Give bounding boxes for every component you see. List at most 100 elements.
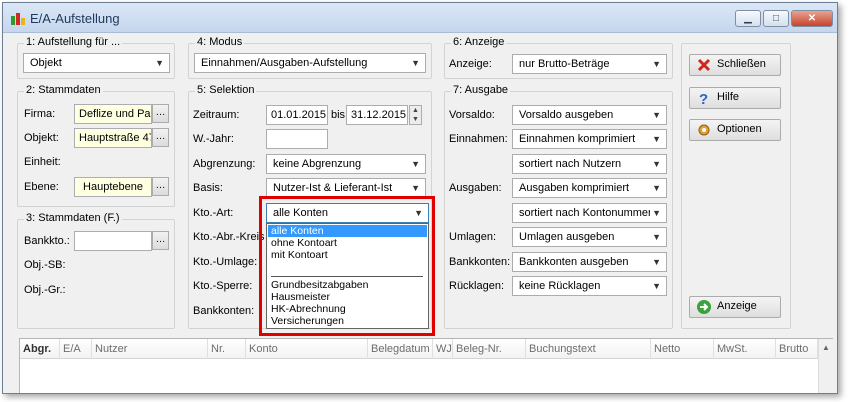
chevron-down-icon: ▼: [652, 59, 661, 69]
ruecklagen-select-value: keine Rücklagen: [519, 280, 601, 292]
abgrenzung-select[interactable]: keine Abgrenzung ▼: [266, 154, 426, 174]
bankkto-browse-button[interactable]: …: [152, 231, 169, 250]
vertical-scrollbar[interactable]: ▲: [818, 339, 833, 393]
ausgaben-select-value: Ausgaben komprimiert: [519, 182, 630, 194]
zeitraum-label: Zeitraum:: [193, 109, 240, 121]
anzeige-button[interactable]: Anzeige: [689, 296, 781, 318]
anzeige-select-value: nur Brutto-Beträge: [519, 58, 610, 70]
chevron-down-icon: ▼: [652, 232, 661, 242]
column-header[interactable]: Abgr.: [20, 339, 60, 359]
optionen-button[interactable]: Optionen: [689, 119, 781, 141]
chevron-down-icon: ▼: [411, 58, 420, 68]
bankkto-field[interactable]: [74, 231, 152, 251]
red-highlight-frame: [259, 196, 435, 336]
bankkonten-select-value: Bankkonten ausgeben: [519, 256, 629, 268]
abgrenzung-select-value: keine Abgrenzung: [273, 158, 362, 170]
einnahmen-select-value: Einnahmen komprimiert: [519, 133, 636, 145]
wjahr-field[interactable]: [266, 129, 328, 149]
bankkonten-label: Bankkonten:: [449, 256, 511, 268]
objsb-label: Obj.-SB:: [24, 259, 66, 271]
chevron-down-icon: ▼: [652, 134, 661, 144]
ebene-field[interactable]: Hauptebene: [74, 177, 152, 197]
vorsaldo-select[interactable]: Vorsaldo ausgeben ▼: [512, 105, 667, 125]
umlagen-select-value: Umlagen ausgeben: [519, 231, 615, 243]
column-header[interactable]: Brutto: [776, 339, 818, 359]
maximize-button[interactable]: □: [763, 10, 789, 27]
close-button[interactable]: ✕: [791, 10, 833, 27]
column-header[interactable]: Nr.: [208, 339, 246, 359]
chevron-down-icon: ▼: [652, 183, 661, 193]
firma-label: Firma:: [24, 108, 56, 120]
ebene-label: Ebene:: [24, 181, 59, 193]
ebene-browse-button[interactable]: …: [152, 177, 169, 196]
schliessen-button[interactable]: Schließen: [689, 54, 781, 76]
firma-field[interactable]: Deflize und Par: [74, 104, 152, 124]
zeitraum-to-field[interactable]: 31.12.2015: [346, 105, 408, 125]
wjahr-label: W.-Jahr:: [193, 133, 234, 145]
ausgaben-sort-select[interactable]: sortiert nach Kontonummern ▼: [512, 203, 667, 223]
chevron-down-icon: ▼: [652, 257, 661, 267]
scroll-up-icon[interactable]: ▲: [819, 343, 833, 352]
group-modus-title: 4: Modus: [195, 36, 245, 48]
column-header[interactable]: WJ: [433, 339, 453, 359]
schliessen-label: Schließen: [717, 58, 766, 70]
column-header[interactable]: E/A: [60, 339, 92, 359]
modus-select[interactable]: Einnahmen/Ausgaben-Aufstellung ▼: [194, 53, 426, 73]
group-ausgabe-title: 7: Ausgabe: [451, 84, 511, 96]
column-header[interactable]: Netto: [651, 339, 714, 359]
column-header[interactable]: Konto: [246, 339, 368, 359]
vorsaldo-label: Vorsaldo:: [449, 109, 495, 121]
einnahmen-label: Einnahmen:: [449, 133, 508, 145]
column-header[interactable]: Nutzer: [92, 339, 208, 359]
column-header[interactable]: Belegdatum: [368, 339, 433, 359]
title-bar: E/A-Aufstellung ▁ □ ✕: [3, 3, 837, 33]
arrow-right-icon: [697, 300, 711, 314]
objekt-browse-button[interactable]: …: [152, 128, 169, 147]
ausgaben-select[interactable]: Ausgaben komprimiert ▼: [512, 178, 667, 198]
objekt-label: Objekt:: [24, 132, 59, 144]
chevron-down-icon: ▼: [652, 159, 661, 169]
anzeige-select[interactable]: nur Brutto-Beträge ▼: [512, 54, 667, 74]
button-panel: [681, 43, 791, 329]
zeitraum-spinner[interactable]: ▲ ▼: [409, 105, 422, 125]
einnahmen-select[interactable]: Einnahmen komprimiert ▼: [512, 129, 667, 149]
bankkonten-select[interactable]: Bankkonten ausgeben ▼: [512, 252, 667, 272]
svg-text:?: ?: [699, 91, 708, 106]
umlagen-select[interactable]: Umlagen ausgeben ▼: [512, 227, 667, 247]
basis-label: Basis:: [193, 182, 223, 194]
group-aufstellung-title: 1: Aufstellung für ...: [24, 36, 123, 48]
hilfe-button[interactable]: ? Hilfe: [689, 87, 781, 109]
chevron-down-icon: ▼: [411, 159, 420, 169]
chevron-down-icon: ▼: [155, 58, 164, 68]
minimize-button[interactable]: ▁: [735, 10, 761, 27]
zeitraum-from-field[interactable]: 01.01.2015: [266, 105, 328, 125]
hilfe-label: Hilfe: [717, 91, 740, 103]
window-title: E/A-Aufstellung: [30, 11, 120, 26]
chevron-down-icon: ▼: [650, 208, 661, 218]
bis-label: bis: [331, 109, 346, 121]
ruecklagen-label: Rücklagen:: [449, 280, 505, 292]
group-stammdaten-title: 2: Stammdaten: [24, 84, 103, 96]
group-stammdaten-f-title: 3: Stammdaten (F.): [24, 212, 122, 224]
einnahmen-sort-select[interactable]: sortiert nach Nutzern ▼: [512, 154, 667, 174]
basis-select[interactable]: Nutzer-Ist & Lieferant-Ist ▼: [266, 178, 426, 198]
ktoabrkreis-label: Kto.-Abr.-Kreis: [193, 231, 265, 243]
basis-select-value: Nutzer-Ist & Lieferant-Ist: [273, 182, 393, 194]
group-anzeige-title: 6: Anzeige: [451, 36, 507, 48]
anzeige-label: Anzeige:: [449, 58, 492, 70]
ruecklagen-select[interactable]: keine Rücklagen ▼: [512, 276, 667, 296]
chevron-down-icon: ▼: [411, 183, 420, 193]
bankkto-label: Bankkto.:: [24, 235, 70, 247]
einnahmen-sort-value: sortiert nach Nutzern: [519, 158, 622, 170]
column-header[interactable]: MwSt.: [714, 339, 776, 359]
results-grid[interactable]: Abgr. E/A Nutzer Nr. Konto Belegdatum WJ…: [19, 338, 833, 393]
firma-browse-button[interactable]: …: [152, 104, 169, 123]
column-header[interactable]: Beleg-Nr.: [453, 339, 526, 359]
column-header[interactable]: Buchungstext: [526, 339, 651, 359]
chevron-down-icon: ▼: [652, 281, 661, 291]
aufstellung-select[interactable]: Objekt ▼: [23, 53, 170, 73]
umlagen-label: Umlagen:: [449, 231, 497, 243]
objekt-field[interactable]: Hauptstraße 47: [74, 128, 152, 148]
anzeige-button-label: Anzeige: [717, 300, 757, 312]
ktoart-label: Kto.-Art:: [193, 207, 234, 219]
